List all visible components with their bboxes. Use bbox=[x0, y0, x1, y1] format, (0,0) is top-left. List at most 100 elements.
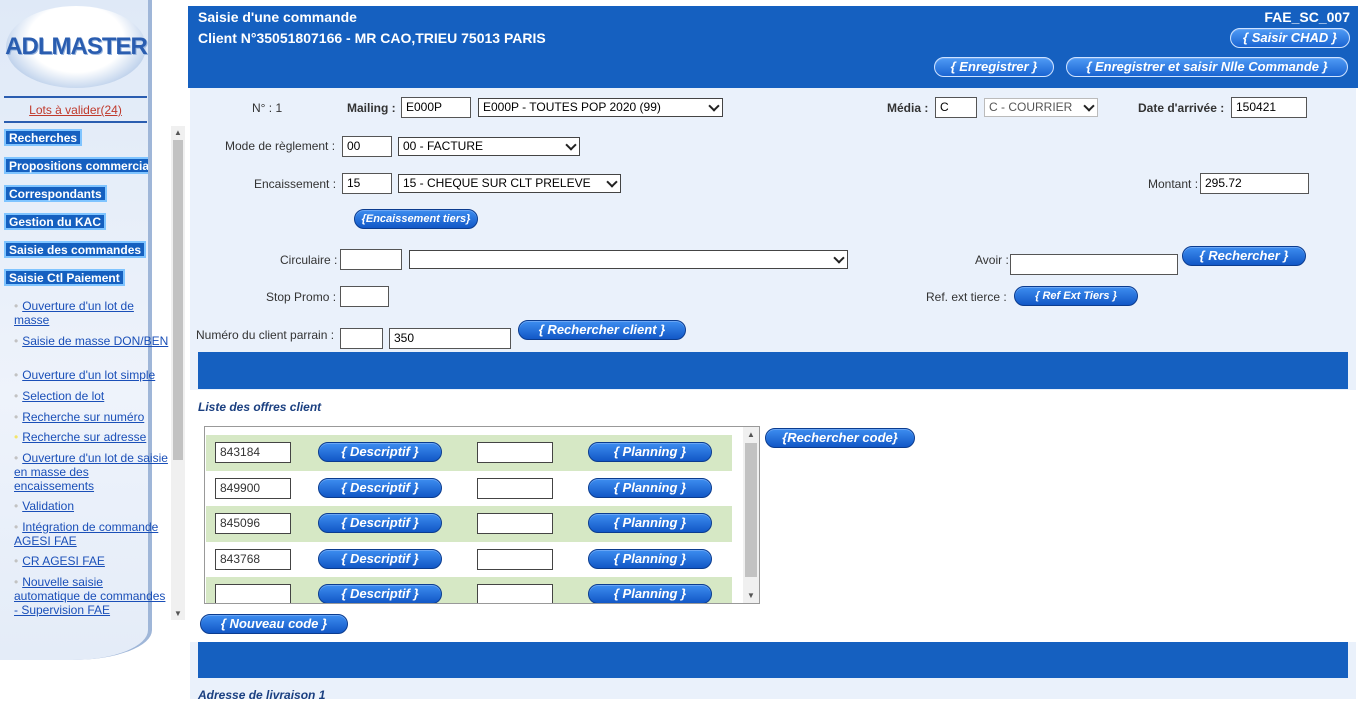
media-label: Média : bbox=[887, 101, 929, 115]
lots-to-validate-link[interactable]: Lots à valider(24) bbox=[4, 96, 147, 123]
bullet-icon: • bbox=[14, 575, 19, 589]
scroll-up-arrow-icon[interactable]: ▲ bbox=[174, 128, 182, 137]
offer-code-input[interactable]: 843768 bbox=[215, 549, 291, 570]
scroll-down-arrow-icon[interactable]: ▼ bbox=[174, 609, 182, 618]
bullet-icon: • bbox=[14, 299, 19, 313]
scrollbar-thumb[interactable] bbox=[173, 140, 183, 460]
sidebar-link-ouverture-lot-simple[interactable]: • Ouverture d'un lot simple bbox=[14, 368, 170, 382]
rechercher-button[interactable]: { Rechercher } bbox=[1182, 246, 1306, 266]
sidebar-btn-propositions[interactable]: Propositions commerciales bbox=[4, 157, 148, 174]
enregistrer-button[interactable]: { Enregistrer } bbox=[934, 57, 1054, 77]
sidebar-btn-saisie-commandes[interactable]: Saisie des commandes bbox=[4, 241, 147, 258]
encaissement-select[interactable]: 15 - CHEQUE SUR CLT PRELEVE bbox=[398, 174, 621, 193]
encaissement-tiers-button[interactable]: {Encaissement tiers} bbox=[354, 209, 478, 229]
chevron-down-icon bbox=[833, 252, 845, 264]
descriptif-button[interactable]: { Descriptif } bbox=[318, 549, 442, 569]
mailing-label: Mailing : bbox=[347, 101, 396, 115]
offer-code-input[interactable]: 843184 bbox=[215, 442, 291, 463]
offer-code-input[interactable]: 845096 bbox=[215, 513, 291, 534]
sidebar-link-ouverture-lot-masse[interactable]: • Ouverture d'un lot de masse bbox=[14, 299, 170, 327]
mailing-code-input[interactable]: E000P bbox=[401, 97, 471, 118]
bullet-icon: • bbox=[14, 451, 19, 465]
offer-code-input[interactable]: 849900 bbox=[215, 478, 291, 499]
planning-button[interactable]: { Planning } bbox=[588, 442, 712, 462]
sidebar-link-selection-lot[interactable]: • Selection de lot bbox=[14, 389, 170, 403]
circulaire-input[interactable] bbox=[340, 249, 402, 270]
offer-extra-input[interactable] bbox=[477, 513, 553, 534]
stop-promo-input[interactable] bbox=[340, 286, 389, 307]
sidebar-link-recherche-numero[interactable]: • Recherche sur numéro bbox=[14, 410, 170, 424]
offer-extra-input[interactable] bbox=[477, 442, 553, 463]
saisir-chad-button[interactable]: { Saisir CHAD } bbox=[1230, 28, 1350, 48]
bullet-icon: • bbox=[14, 430, 19, 444]
nouveau-code-button[interactable]: { Nouveau code } bbox=[200, 614, 348, 634]
offer-extra-input[interactable] bbox=[477, 549, 553, 570]
order-form: N° : 1 Mailing : E000P E000P - TOUTES PO… bbox=[190, 88, 1356, 702]
page-header: Saisie d'une commande Client N°350518071… bbox=[188, 6, 1358, 88]
client-parrain-input-1[interactable] bbox=[340, 328, 383, 349]
client-parrain-input-2[interactable]: 350 bbox=[389, 328, 511, 349]
sidebar-btn-saisie-ctl-paiement[interactable]: Saisie Ctl Paiement bbox=[4, 269, 125, 286]
sidebar-link-integration-agesi[interactable]: • Intégration de commande AGESI FAE bbox=[14, 520, 170, 548]
sidebar: ADLMASTER Lots à valider(24) Recherches … bbox=[0, 0, 188, 699]
offers-section: Liste des offres client 843184 { Descrip… bbox=[190, 390, 1356, 642]
page-title: Saisie d'une commande bbox=[198, 9, 357, 25]
circulaire-select[interactable] bbox=[409, 250, 848, 269]
sidebar-btn-gestion-kac[interactable]: Gestion du KAC bbox=[4, 213, 106, 230]
sidebar-scrollbar[interactable]: ▲ ▼ bbox=[171, 126, 185, 620]
ref-ext-tierce-label: Ref. ext tierce : bbox=[926, 290, 1007, 304]
enregistrer-nouvelle-commande-button[interactable]: { Enregistrer et saisir Nlle Commande } bbox=[1066, 57, 1348, 77]
chevron-down-icon bbox=[565, 139, 577, 151]
planning-button[interactable]: { Planning } bbox=[588, 584, 712, 603]
scroll-up-arrow-icon[interactable]: ▲ bbox=[747, 430, 755, 439]
rechercher-client-button[interactable]: { Rechercher client } bbox=[518, 320, 686, 340]
sidebar-link-nouvelle-saisie[interactable]: • Nouvelle saisie automatique de commande… bbox=[14, 575, 170, 619]
planning-button[interactable]: { Planning } bbox=[588, 478, 712, 498]
date-arrivee-input[interactable]: 150421 bbox=[1231, 97, 1307, 118]
media-select[interactable]: C - COURRIER bbox=[984, 98, 1098, 117]
date-arrivee-label: Date d'arrivée : bbox=[1138, 101, 1225, 115]
avoir-label: Avoir : bbox=[975, 253, 1009, 267]
client-parrain-label: Numéro du client parrain : bbox=[196, 328, 335, 342]
descriptif-button[interactable]: { Descriptif } bbox=[318, 442, 442, 462]
bullet-icon: • bbox=[14, 410, 19, 424]
bullet-icon: • bbox=[14, 554, 19, 568]
montant-label: Montant : bbox=[1148, 177, 1199, 191]
sidebar-link-saisie-masse-don[interactable]: • Saisie de masse DON/BEN bbox=[14, 334, 170, 348]
rechercher-code-button[interactable]: {Rechercher code} bbox=[765, 428, 915, 448]
offer-extra-input[interactable] bbox=[477, 478, 553, 499]
offer-code-input[interactable] bbox=[215, 584, 291, 603]
mailing-select[interactable]: E000P - TOUTES POP 2020 (99) bbox=[478, 98, 723, 117]
bullet-icon: • bbox=[14, 520, 19, 534]
sidebar-btn-correspondants[interactable]: Correspondants bbox=[4, 185, 107, 202]
sidebar-link-validation[interactable]: • Validation bbox=[14, 499, 170, 513]
descriptif-button[interactable]: { Descriptif } bbox=[318, 513, 442, 533]
encaissement-input[interactable]: 15 bbox=[342, 173, 392, 194]
media-code-input[interactable]: C bbox=[935, 97, 977, 118]
scroll-down-arrow-icon[interactable]: ▼ bbox=[747, 591, 755, 600]
ref-ext-tiers-button[interactable]: { Ref Ext Tiers } bbox=[1014, 286, 1138, 306]
planning-button[interactable]: { Planning } bbox=[588, 549, 712, 569]
montant-input[interactable]: 295.72 bbox=[1200, 173, 1309, 194]
descriptif-button[interactable]: { Descriptif } bbox=[318, 584, 442, 603]
stop-promo-label: Stop Promo : bbox=[266, 290, 337, 304]
offers-scrollbar[interactable]: ▲ ▼ bbox=[743, 427, 759, 603]
sidebar-btn-recherches[interactable]: Recherches bbox=[4, 129, 83, 146]
descriptif-button[interactable]: { Descriptif } bbox=[318, 478, 442, 498]
planning-button[interactable]: { Planning } bbox=[588, 513, 712, 533]
screen-code: FAE_SC_007 bbox=[1264, 9, 1350, 25]
encaissement-label: Encaissement : bbox=[254, 177, 337, 191]
circulaire-label: Circulaire : bbox=[280, 253, 338, 267]
avoir-input[interactable] bbox=[1010, 254, 1178, 275]
offers-title: Liste des offres client bbox=[198, 400, 322, 414]
chevron-down-icon bbox=[1083, 100, 1095, 112]
mode-reglement-input[interactable]: 00 bbox=[342, 136, 392, 157]
offer-extra-input[interactable] bbox=[477, 584, 553, 603]
scrollbar-thumb[interactable] bbox=[745, 443, 757, 577]
sidebar-link-cr-agesi[interactable]: • CR AGESI FAE bbox=[14, 554, 170, 568]
offer-row: 843768 { Descriptif } { Planning } bbox=[206, 542, 732, 578]
mode-reglement-select[interactable]: 00 - FACTURE bbox=[398, 137, 580, 156]
sidebar-link-recherche-adresse[interactable]: • Recherche sur adresse bbox=[14, 430, 170, 444]
sidebar-link-ouverture-lot-encaissements[interactable]: • Ouverture d'un lot de saisie en masse d… bbox=[14, 451, 170, 493]
offer-row: 845096 { Descriptif } { Planning } bbox=[206, 506, 732, 542]
